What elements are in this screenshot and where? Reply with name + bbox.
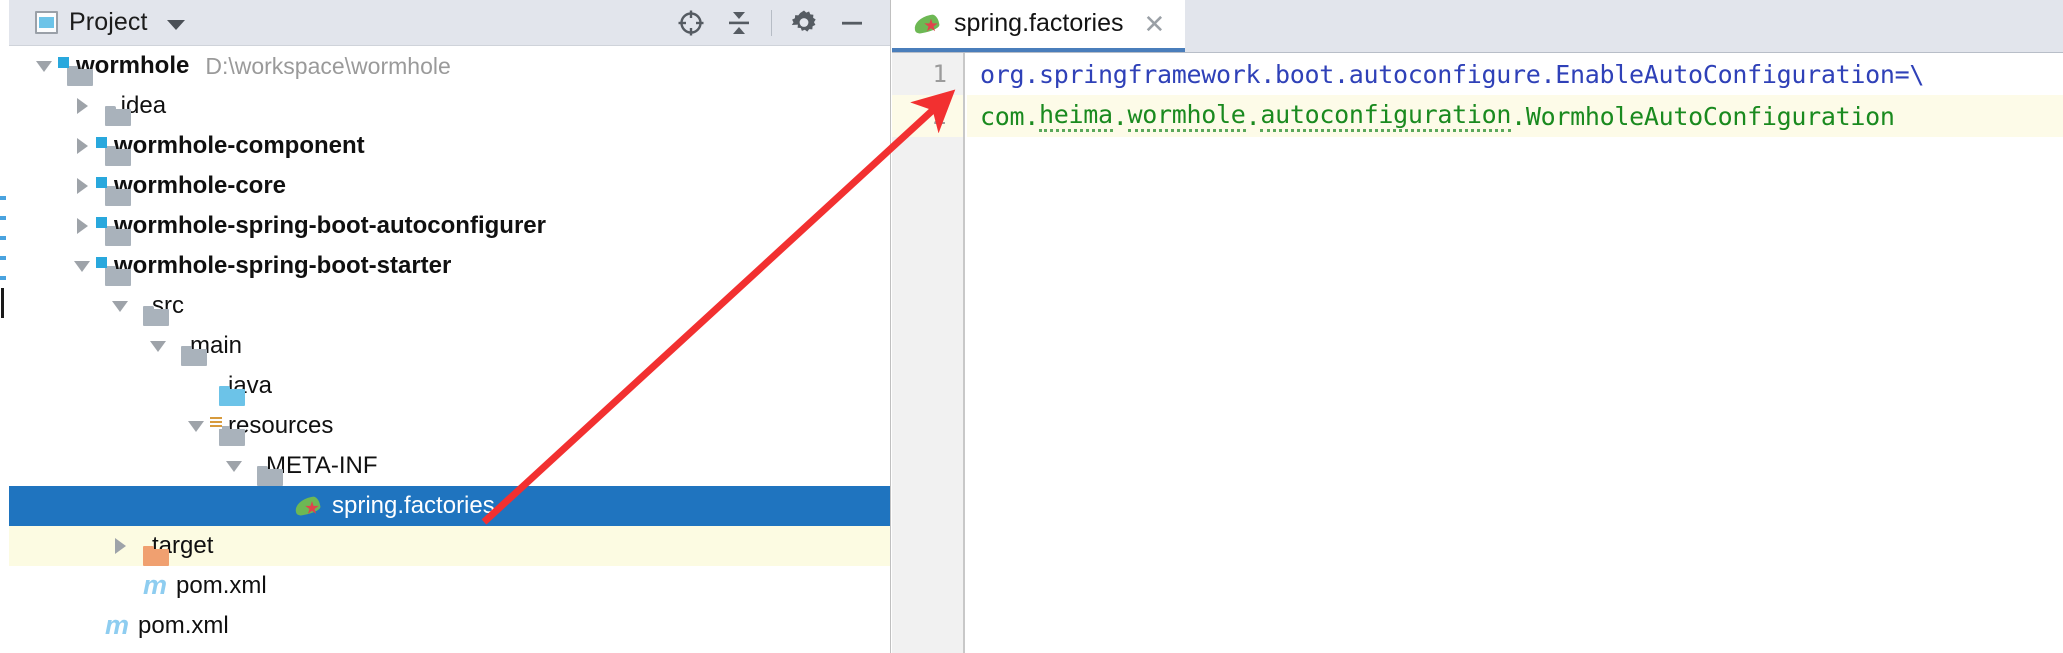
collapse-all-icon[interactable] [715,0,763,46]
maven-icon: m [143,574,167,598]
tree-row[interactable]: wormhole-spring-boot-autoconfigurer [9,206,890,246]
code-editor[interactable]: 12 org.springframework.boot.autoconfigur… [892,53,2063,653]
tree-row-label: wormhole [76,52,189,80]
tree-row-label: wormhole-spring-boot-starter [114,252,451,280]
tree-row[interactable]: META-INF [9,446,890,486]
tree-arrow-spacer [71,615,93,637]
line-number[interactable]: 1 [892,53,963,95]
editor-tab-bar: spring.factories ✕ [892,0,2063,53]
tree-row[interactable]: java [9,366,890,406]
code-token: com. [980,102,1039,131]
chevron-down-icon[interactable] [71,255,93,277]
chevron-right-icon[interactable] [71,175,93,197]
tree-row[interactable]: spring.factories [9,486,890,526]
tree-row[interactable]: target [9,526,890,566]
tab-bar-filler [1185,0,2063,52]
chevron-down-icon[interactable] [167,20,185,30]
chevron-down-icon[interactable] [109,295,131,317]
module-badge-icon [96,177,107,188]
line-number[interactable]: 2 [892,95,963,137]
maven-icon: m [105,614,129,638]
spellcheck-underlined-token: autoconfiguration [1260,100,1511,132]
tree-row[interactable]: m pom.xml [9,606,890,646]
tree-arrow-spacer [261,495,283,517]
chevron-right-icon[interactable] [71,215,93,237]
chevron-down-icon[interactable] [185,415,207,437]
spring-file-icon [914,13,942,35]
close-icon[interactable]: ✕ [1144,11,1166,37]
spellcheck-underlined-token: heima [1039,100,1113,132]
ide-window: Project [0,0,2063,653]
tree-row-label: wormhole-component [114,132,365,160]
module-badge-icon [96,257,107,268]
line-number-gutter[interactable]: 12 [892,53,965,653]
project-path-hint: D:\workspace\wormhole [205,53,450,80]
tree-row-label: pom.xml [138,612,229,640]
project-title-group[interactable]: Project [35,8,185,37]
left-tool-strip [0,0,9,653]
tree-row[interactable]: main [9,326,890,366]
tree-arrow-spacer [109,575,131,597]
tree-row[interactable]: .idea [9,86,890,126]
code-token: .WormholeAutoConfiguration [1511,102,1895,131]
panel-toolbar [667,0,876,46]
spellcheck-underlined-token: wormhole [1128,100,1246,132]
editor-area: spring.factories ✕ 12 org.springframewor… [892,0,2063,653]
tree-row[interactable]: resources [9,406,890,446]
code-line-text: com.heima.wormhole.autoconfiguration.Wor… [980,95,1895,137]
chevron-down-icon[interactable] [223,455,245,477]
toolbar-divider [771,10,772,36]
code-token: . [1246,102,1261,131]
code-line[interactable]: com.heima.wormhole.autoconfiguration.Wor… [967,95,2063,137]
tree-row-label: spring.factories [332,492,495,520]
module-badge-icon [96,137,107,148]
tree-arrow-spacer [185,375,207,397]
tree-row-label: wormhole-core [114,172,286,200]
module-badge-icon [96,217,107,228]
tab-spring-factories[interactable]: spring.factories ✕ [892,0,1185,52]
module-badge-icon [58,57,69,68]
code-token: . [1113,102,1128,131]
spring-file-icon [295,495,323,517]
tree-row[interactable]: wormhole-spring-boot-starter [9,246,890,286]
resources-badge-icon [210,417,222,429]
chevron-right-icon[interactable] [109,535,131,557]
project-panel-header: Project [9,0,890,46]
tree-row[interactable]: m pom.xml [9,566,890,606]
minimize-icon[interactable] [828,0,876,46]
panel-title: Project [69,8,148,37]
chevron-down-icon[interactable] [33,55,55,77]
tree-row[interactable]: wormhole D:\workspace\wormhole [9,46,890,86]
locate-icon[interactable] [667,0,715,46]
chevron-right-icon[interactable] [71,135,93,157]
tree-row[interactable]: src [9,286,890,326]
chevron-down-icon[interactable] [147,335,169,357]
tree-row[interactable]: wormhole-component [9,126,890,166]
gear-icon[interactable] [780,0,828,46]
tree-row-label: wormhole-spring-boot-autoconfigurer [114,212,546,240]
code-token: org.springframework.boot.autoconfigure.E… [980,60,1924,89]
tree-row-label: pom.xml [176,572,267,600]
project-window-icon [35,11,58,34]
tree-row[interactable]: wormhole-core [9,166,890,206]
tab-label: spring.factories [954,9,1124,38]
code-content[interactable]: org.springframework.boot.autoconfigure.E… [967,53,2063,653]
code-line-text: org.springframework.boot.autoconfigure.E… [980,53,1924,95]
code-line[interactable]: org.springframework.boot.autoconfigure.E… [967,53,2063,95]
text-caret-marker [1,288,4,318]
project-tool-window: Project [9,0,891,653]
chevron-right-icon[interactable] [71,95,93,117]
project-tree[interactable]: wormholeD:\workspace\wormhole.ideawormho… [9,46,890,653]
